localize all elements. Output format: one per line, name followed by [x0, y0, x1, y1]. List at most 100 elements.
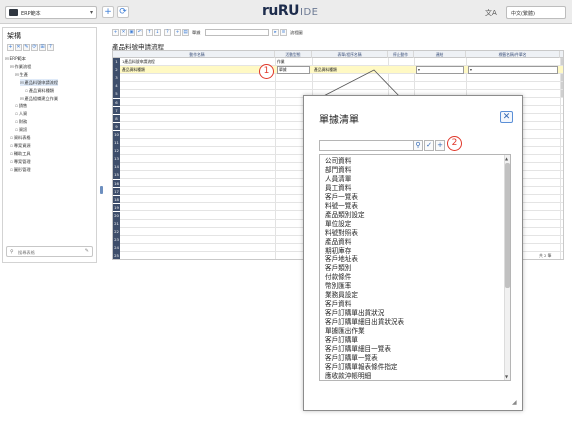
tree-item[interactable]: ▫人資 [15, 110, 27, 117]
column-header[interactable]: 動作名稱 [120, 51, 275, 58]
grid-cell[interactable] [314, 58, 386, 66]
flowchart-link[interactable]: 流程圖 [290, 30, 303, 36]
grid-cell[interactable]: 作業 [277, 58, 310, 66]
plus-icon[interactable]: + [435, 140, 445, 151]
list-item[interactable]: 員工資料 [325, 184, 351, 193]
tree-item[interactable]: ⊟ERP範本 [5, 55, 26, 62]
panel-splitter[interactable] [100, 186, 103, 194]
collapse-icon[interactable]: ⊟ [20, 96, 24, 101]
grid-cell[interactable]: 產品資料種類 [314, 66, 386, 74]
grid-cell[interactable]: 單據 [277, 66, 310, 74]
list-item[interactable]: 客戶類別 [325, 264, 351, 273]
column-header[interactable]: 活動型態 [275, 51, 312, 58]
tree-item[interactable]: ▫銷售 [15, 102, 27, 109]
list-item[interactable]: 客戶訂購單細目出貨狀況表 [325, 318, 404, 327]
resize-grip-icon[interactable]: ◢ [512, 399, 517, 406]
undo-icon[interactable]: ↶ [136, 29, 143, 36]
add-node-icon[interactable]: + [7, 44, 14, 51]
list-scrollbar-thumb[interactable] [505, 163, 510, 288]
table-search-input[interactable] [18, 249, 78, 255]
collapse-icon[interactable]: ⊟ [5, 56, 9, 61]
table-search[interactable]: ⚲ ✎ [6, 246, 93, 257]
list-item[interactable]: 客戶訂購單細目一覽表 [325, 345, 391, 354]
list-item[interactable]: 客戶訂購單報表條件指定 [325, 363, 398, 372]
tree-item[interactable]: ▫專案管理 [10, 158, 31, 165]
grid-view-icon[interactable]: ▤ [182, 29, 189, 36]
add-row-icon[interactable]: + [112, 29, 119, 36]
table-row[interactable]: 3 [113, 74, 563, 82]
grid-cell[interactable]: 產品資料種類 [122, 66, 273, 74]
grid-add-icon[interactable]: + [174, 29, 181, 36]
list-item[interactable]: 客戶訂購單出貨狀況 [325, 309, 384, 318]
tree-item[interactable]: ▫財務 [15, 118, 27, 125]
tree-item[interactable]: ▫資料表格 [10, 134, 31, 141]
grid-cell[interactable]: 1產品料號申請流程 [122, 58, 273, 66]
list-item[interactable]: 單據匯出作業 [325, 327, 365, 336]
check-icon[interactable]: ✓ [424, 140, 434, 151]
tree-item[interactable]: ▫輔助工具 [10, 150, 31, 157]
list-item[interactable]: 期初庫存 [325, 247, 351, 256]
search-icon[interactable]: ⚲ [413, 140, 423, 151]
grid-cell[interactable]: ▾ [416, 66, 464, 74]
add-app-button[interactable]: + [102, 6, 114, 18]
close-icon[interactable]: ✕ [500, 111, 513, 123]
list-item[interactable]: 部門資料 [325, 166, 351, 175]
list-icon[interactable]: ≡ [280, 29, 287, 36]
move-down-icon[interactable]: ↓ [154, 29, 161, 36]
table-row[interactable]: 1 1產品料號申請流程 作業 [113, 58, 563, 66]
delete-node-icon[interactable]: ✕ [15, 44, 22, 51]
list-item[interactable]: 客戶資料 [325, 300, 351, 309]
list-item[interactable]: 客戶地址表 [325, 255, 358, 264]
tree-item[interactable]: ▫專案資源 [10, 142, 31, 149]
list-item[interactable]: 客戶一覽表 [325, 193, 358, 202]
list-item[interactable]: 料號對照表 [325, 229, 358, 238]
refresh-button[interactable]: ⟳ [117, 6, 129, 18]
edit-node-icon[interactable]: ✎ [23, 44, 30, 51]
collapse-icon[interactable]: ⊟ [10, 64, 14, 69]
scroll-down-icon[interactable]: ▼ [505, 374, 508, 379]
list-item[interactable]: 業務員設定 [325, 291, 358, 300]
grid-cell[interactable] [468, 58, 558, 66]
list-item[interactable]: 人員清單 [325, 175, 351, 184]
table-row[interactable]: 4 [113, 82, 563, 90]
tree-item[interactable]: ▫資訊 [15, 126, 27, 133]
list-item[interactable]: 公司資料 [325, 157, 351, 166]
column-header[interactable]: 連結 [414, 51, 466, 58]
help-icon[interactable]: ? [164, 29, 171, 36]
list-item[interactable]: 產品資料 [325, 238, 351, 247]
edit-icon[interactable]: ✎ [85, 248, 89, 254]
refresh-icon[interactable]: ⟳ [31, 44, 38, 51]
list-item[interactable]: 應收款沖帳明細 [325, 372, 371, 380]
move-up-icon[interactable]: ↑ [146, 29, 153, 36]
play-icon[interactable]: ▸ [272, 29, 279, 36]
tree-item[interactable]: ⊟產品料號申請流程 [20, 78, 59, 86]
delete-row-icon[interactable]: ✕ [120, 29, 127, 36]
list-item[interactable]: 幣別匯率 [325, 282, 351, 291]
list-item[interactable]: 客戶訂購單 [325, 336, 358, 345]
tree-item[interactable]: ▫產品資料種類 [25, 87, 54, 94]
collapse-icon[interactable]: ⊟ [20, 80, 24, 85]
list-item[interactable]: 料號一覽表 [325, 202, 358, 211]
popup-search-input[interactable] [319, 140, 415, 151]
save-icon[interactable]: ▣ [128, 29, 135, 36]
table-row[interactable]: 2 產品資料種類 單據 產品資料種類 ▾ ▾ [113, 66, 563, 74]
list-item[interactable]: 付款條件 [325, 273, 351, 282]
app-select[interactable]: ERP範本 ▾ [5, 6, 97, 19]
grid-cell[interactable] [416, 58, 464, 66]
language-select[interactable]: 文A 中文(繁體) [485, 6, 566, 19]
collapse-icon[interactable]: ⊟ [15, 72, 19, 77]
column-header[interactable]: 表單/程序名稱 [312, 51, 388, 58]
expand-icon[interactable]: ⊞ [39, 44, 46, 51]
scroll-up-icon[interactable]: ▲ [505, 156, 508, 161]
tree-item[interactable]: ⊟生產 [15, 71, 28, 78]
list-item[interactable]: 產品類別設定 [325, 211, 365, 220]
tree-item[interactable]: ⊟產品組織建立作業 [20, 95, 58, 102]
list-item[interactable]: 單位設定 [325, 220, 351, 229]
tree-item[interactable]: ▫圖形管理 [10, 166, 31, 173]
tree-item[interactable]: ⊟作業流程 [10, 63, 31, 70]
column-header[interactable]: 標籤名稱/件單名 [466, 51, 560, 58]
grid-cell[interactable]: ▾ [468, 66, 558, 74]
help-icon[interactable]: ? [47, 44, 54, 51]
toolbar-field[interactable] [205, 29, 269, 36]
column-header[interactable]: 停止動作 [388, 51, 414, 58]
